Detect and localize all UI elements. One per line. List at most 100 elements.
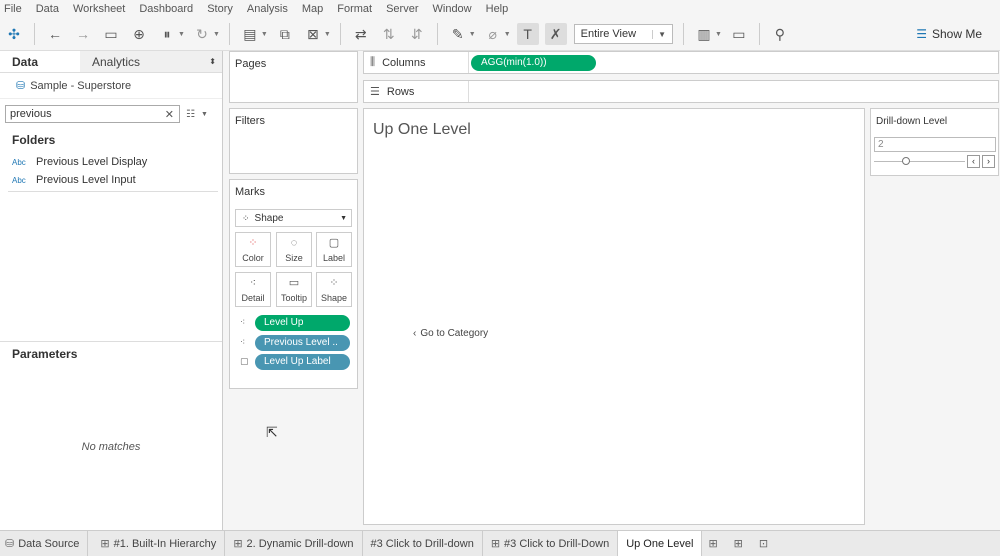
new-story-icon: ⊡ — [758, 538, 769, 550]
tab-sheet[interactable]: ⊞ #3 Click to Drill-Down — [483, 531, 619, 556]
tab-sheet-active[interactable]: Up One Level — [618, 531, 703, 556]
view-data-icon[interactable]: ☷ — [186, 109, 195, 120]
chevron-down-icon[interactable]: ▼ — [469, 31, 476, 38]
fix-axes-icon[interactable]: ✗ — [544, 23, 567, 45]
menu-analysis[interactable]: Analysis — [247, 3, 288, 15]
drilldown-parameter-card: Drill-down Level 2 ‹ › — [870, 108, 999, 176]
clear-sheet-icon[interactable]: ⊠ — [302, 23, 324, 45]
refresh-icon[interactable]: ↻ — [191, 23, 213, 45]
data-pane: Data Analytics ⬍ ⛁ Sample - Superstore p… — [0, 51, 223, 530]
chevron-down-icon[interactable]: ▼ — [504, 31, 511, 38]
menu-server[interactable]: Server — [386, 3, 418, 15]
filters-card[interactable]: Filters — [229, 108, 358, 174]
tab-data-source[interactable]: ⛁ Data Source — [0, 531, 89, 556]
sheet-tabs-bar: ⛁ Data Source ⊞ #1. Built-In Hierarchy ⊞… — [0, 530, 1000, 556]
menu-data[interactable]: Data — [36, 3, 59, 15]
shape-button[interactable]: ⁘ Shape — [316, 272, 352, 307]
tab-sheet[interactable]: #3 Click to Drill-down — [363, 531, 483, 556]
menu-window[interactable]: Window — [433, 3, 472, 15]
step-back-button[interactable]: ‹ — [967, 155, 980, 168]
chevron-down-icon[interactable]: ▼ — [178, 31, 185, 38]
color-button[interactable]: ⁘ Color — [235, 232, 271, 267]
menu-dashboard[interactable]: Dashboard — [139, 3, 193, 15]
drilldown-slider-thumb[interactable] — [901, 157, 910, 165]
tooltip-icon: ▭ — [288, 277, 300, 289]
color-icon: ⁘ — [248, 237, 258, 249]
mark-pill-level-up[interactable]: Level Up — [255, 314, 350, 331]
columns-shelf[interactable]: ⫼ Columns AGG(min(1.0)) — [363, 51, 999, 74]
tab-sheet[interactable]: ⊞ 2. Dynamic Drill-down — [225, 531, 363, 556]
sort-descending-icon[interactable]: ⇵ — [406, 23, 428, 45]
tableau-logo-icon[interactable]: ✣ — [3, 23, 25, 45]
save-icon[interactable]: ▭ — [100, 23, 122, 45]
pause-updates-icon[interactable]: ⏸ — [156, 23, 178, 45]
tab-analytics[interactable]: Analytics ⬍ — [80, 51, 222, 72]
divider — [8, 191, 218, 192]
detail-button[interactable]: ⁖ Detail — [235, 272, 271, 307]
mark-pill-level-up-label[interactable]: Level Up Label — [255, 353, 350, 370]
label-button[interactable]: ▢ Label — [316, 232, 352, 267]
columns-pill[interactable]: AGG(min(1.0)) — [471, 54, 596, 71]
show-cards-icon[interactable]: ▥ — [693, 23, 715, 45]
pages-card[interactable]: Pages — [229, 51, 358, 103]
mark-type-select[interactable]: ⁘ Shape ▼ — [235, 209, 352, 227]
mark-pill-previous-level[interactable]: Previous Level .. — [255, 334, 350, 351]
show-labels-icon[interactable]: T — [516, 23, 539, 45]
presentation-icon[interactable]: ▭ — [728, 23, 750, 45]
tab-data[interactable]: Data — [0, 51, 80, 72]
highlight-icon[interactable]: ✎ — [447, 23, 469, 45]
group-icon[interactable]: ⌀ — [482, 23, 504, 45]
menu-file[interactable]: File — [4, 3, 22, 15]
fit-select[interactable]: Entire View ▼ — [573, 24, 673, 44]
mouse-cursor-icon: ⇱ — [266, 424, 278, 440]
menu-map[interactable]: Map — [302, 3, 323, 15]
chevron-down-icon[interactable]: ▼ — [715, 31, 722, 38]
new-dashboard-button[interactable]: ⊞ — [728, 531, 753, 556]
tab-menu-icon[interactable]: ⬍ — [209, 51, 216, 72]
go-to-category-link[interactable]: ‹ Go to Category — [413, 328, 488, 339]
search-input[interactable]: previous ✕ — [5, 105, 180, 123]
drilldown-input[interactable]: 2 — [874, 137, 996, 152]
chevron-down-icon[interactable]: ▼ — [324, 31, 331, 38]
menu-help[interactable]: Help — [486, 3, 509, 15]
tooltip-button[interactable]: ▭ Tooltip — [276, 272, 312, 307]
sort-ascending-icon[interactable]: ⇅ — [378, 23, 400, 45]
size-label: Size — [285, 253, 303, 263]
parameters-heading: Parameters — [0, 341, 222, 363]
tab-sheet[interactable]: ⊞ #1. Built-In Hierarchy — [88, 531, 226, 556]
swap-icon[interactable]: ⇄ — [350, 23, 372, 45]
rows-label: Rows — [386, 85, 415, 98]
drilldown-slider[interactable] — [874, 161, 965, 162]
chevron-down-icon[interactable]: ▼ — [201, 111, 208, 118]
new-worksheet-icon[interactable]: ▤ — [239, 23, 261, 45]
worksheet-view[interactable]: Up One Level ‹ Go to Category — [363, 108, 865, 525]
duplicate-icon[interactable]: ⧉ — [274, 23, 296, 45]
close-icon[interactable]: ✕ — [165, 108, 174, 121]
chevron-down-icon: ▼ — [340, 214, 347, 222]
datasource-item[interactable]: ⛁ Sample - Superstore — [0, 73, 222, 99]
new-story-button[interactable]: ⊡ — [753, 531, 778, 556]
share-icon[interactable]: ⚲ — [769, 23, 791, 45]
redo-icon[interactable]: → — [72, 23, 94, 45]
rows-shelf[interactable]: ☰ Rows — [363, 80, 999, 103]
worksheet-icon: ⊞ — [233, 538, 243, 550]
field-item[interactable]: Abc Previous Level Display — [0, 153, 222, 171]
new-datasource-icon[interactable]: ⊕ — [128, 23, 150, 45]
label-icon: ▢ — [328, 237, 340, 249]
datasource-label: Sample - Superstore — [30, 79, 132, 92]
undo-icon[interactable]: ← — [44, 23, 66, 45]
chevron-down-icon[interactable]: ▼ — [261, 31, 268, 38]
size-button[interactable]: ◌ Size — [276, 232, 312, 267]
menu-story[interactable]: Story — [207, 3, 233, 15]
pages-title: Pages — [235, 58, 267, 70]
menu-worksheet[interactable]: Worksheet — [73, 3, 125, 15]
show-me-button[interactable]: ☰ Show Me — [916, 27, 982, 41]
field-item[interactable]: Abc Previous Level Input — [0, 171, 222, 189]
toolbar-divider — [436, 23, 438, 45]
new-worksheet-button[interactable]: ⊞ — [702, 531, 727, 556]
detail-icon: ⁖ — [240, 317, 246, 327]
chevron-left-icon: ‹ — [413, 328, 417, 339]
step-forward-button[interactable]: › — [982, 155, 995, 168]
menu-format[interactable]: Format — [337, 3, 372, 15]
chevron-down-icon[interactable]: ▼ — [213, 31, 220, 38]
